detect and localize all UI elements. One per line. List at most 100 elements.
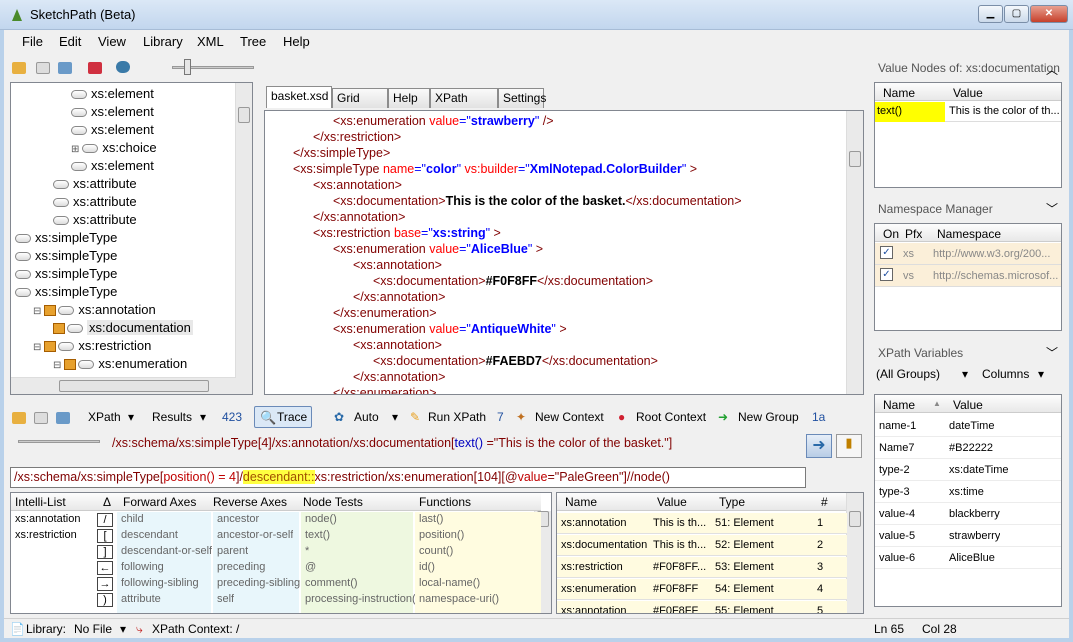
checkbox-checked-icon[interactable]: ✓ bbox=[880, 246, 893, 259]
tree-node[interactable]: xs:simpleType bbox=[15, 229, 117, 247]
group-dropdown[interactable]: (All Groups) ▾ bbox=[874, 364, 974, 384]
results-header[interactable]: Type bbox=[719, 493, 745, 511]
tree-node[interactable]: xs:element bbox=[71, 103, 154, 121]
chevron-up-icon[interactable]: ︿ bbox=[1046, 61, 1058, 78]
chevron-down-icon[interactable]: ﹀ bbox=[1046, 200, 1058, 217]
list-item[interactable]: xs:restriction bbox=[15, 529, 77, 541]
results-grid[interactable]: Name Value Type # xs:annotation This is th..… bbox=[556, 492, 864, 614]
ns-header-cell[interactable]: On bbox=[883, 227, 899, 241]
delete-icon[interactable] bbox=[88, 62, 102, 74]
intelli-header[interactable]: Functions bbox=[419, 493, 471, 511]
reverse-item[interactable]: ancestor-or-self bbox=[217, 529, 293, 541]
new-context-button[interactable]: New Context bbox=[535, 410, 604, 424]
results-scrollbar[interactable] bbox=[846, 493, 863, 613]
xpath-variables-grid[interactable]: Name ▲ Value name-1 dateTime Name7 #B22222 type… bbox=[874, 394, 1062, 607]
namespace-grid[interactable]: On Pfx Namespace ✓ xs http://www.w3.org/200..… bbox=[874, 223, 1062, 331]
forward-item[interactable]: descendant-or-self bbox=[121, 545, 212, 557]
reverse-item[interactable]: preceding bbox=[217, 561, 265, 573]
open-icon[interactable] bbox=[12, 412, 26, 424]
axis-symbol[interactable]: → bbox=[97, 577, 113, 591]
axis-symbol[interactable]: / bbox=[97, 513, 113, 527]
results-header[interactable]: Name bbox=[565, 493, 597, 511]
functions-item[interactable]: last() bbox=[419, 513, 443, 525]
nodetests-item[interactable]: processing-instruction() bbox=[305, 593, 419, 605]
axis-symbol[interactable]: ) bbox=[97, 593, 113, 607]
menu-tree[interactable]: Tree bbox=[240, 34, 266, 49]
tree-node[interactable]: ⊞ xs:choice bbox=[71, 139, 157, 157]
save-xpath-icon[interactable] bbox=[56, 412, 70, 424]
tree-node[interactable]: xs:simpleType bbox=[15, 265, 117, 283]
functions-item[interactable]: id() bbox=[419, 561, 435, 573]
tree-node[interactable]: ⊟ xs:enumeration bbox=[53, 355, 187, 373]
ns-header-cell[interactable]: Pfx bbox=[905, 227, 922, 241]
go-arrow-button[interactable]: ➜ bbox=[806, 434, 832, 458]
tree-node[interactable]: xs:element bbox=[71, 85, 154, 103]
root-context-button[interactable]: Root Context bbox=[636, 410, 706, 424]
forward-item[interactable]: following bbox=[121, 561, 164, 573]
database-icon[interactable]: ▮ bbox=[836, 434, 862, 458]
intelli-header[interactable]: Δ bbox=[103, 493, 111, 511]
checkbox-checked-icon[interactable]: ✓ bbox=[880, 268, 893, 281]
zoom-slider-thumb[interactable] bbox=[184, 59, 191, 75]
columns-dropdown[interactable]: Columns ▾ bbox=[982, 364, 1062, 384]
tab-settings[interactable]: Settings bbox=[498, 88, 546, 108]
nodetests-item[interactable]: comment() bbox=[305, 577, 358, 589]
nodetests-item[interactable]: @ bbox=[305, 561, 316, 573]
reverse-item[interactable]: preceding-sibling bbox=[217, 577, 300, 589]
xml-editor[interactable]: <xs:enumeration value="strawberry" /> </x… bbox=[264, 110, 864, 395]
tree-node[interactable]: xs:attribute bbox=[53, 211, 137, 229]
results-header[interactable]: Value bbox=[657, 493, 687, 511]
results-menu-button[interactable]: Results bbox=[152, 410, 192, 424]
ns-header-cell[interactable]: Namespace bbox=[937, 227, 1001, 241]
chevron-down-icon[interactable]: ▾ bbox=[392, 410, 398, 424]
tree-node[interactable]: xs:attribute bbox=[53, 193, 137, 211]
tree-node[interactable]: xs:element bbox=[71, 121, 154, 139]
collapse-icon[interactable]: ⊟ bbox=[53, 360, 61, 371]
menu-edit[interactable]: Edit bbox=[59, 34, 81, 49]
value-nodes-header-name[interactable]: Name bbox=[883, 86, 915, 100]
chevron-down-icon[interactable]: ▾ bbox=[200, 410, 206, 424]
depth-slider[interactable] bbox=[18, 440, 100, 443]
editor-scrollbar[interactable] bbox=[846, 111, 863, 394]
new-icon[interactable] bbox=[34, 412, 48, 424]
forward-item[interactable]: descendant bbox=[121, 529, 178, 541]
tree-node[interactable]: ⊟ xs:annotation bbox=[33, 301, 156, 319]
chevron-down-icon[interactable]: ▾ bbox=[120, 622, 126, 636]
axis-symbol[interactable]: ] bbox=[97, 545, 113, 559]
maximize-button[interactable]: ▢ bbox=[1004, 5, 1029, 23]
tab-help[interactable]: Help bbox=[388, 88, 430, 108]
intelli-header[interactable]: Intelli-List bbox=[15, 493, 66, 511]
menu-view[interactable]: View bbox=[98, 34, 126, 49]
tree-node[interactable]: xs:documentation bbox=[53, 319, 193, 337]
open-folder-icon[interactable] bbox=[12, 62, 26, 74]
save-icon[interactable] bbox=[58, 62, 72, 74]
library-dropdown[interactable]: No File bbox=[74, 622, 112, 636]
vars-header-name[interactable]: Name bbox=[883, 398, 915, 412]
intelli-header[interactable]: Reverse Axes bbox=[213, 493, 287, 511]
tab-basket-xsd[interactable]: basket.xsd bbox=[266, 86, 332, 108]
collapse-icon[interactable]: ⊟ bbox=[33, 342, 41, 353]
reverse-item[interactable]: parent bbox=[217, 545, 248, 557]
axis-symbol[interactable]: [ bbox=[97, 529, 113, 543]
menu-help[interactable]: Help bbox=[283, 34, 310, 49]
tab-xpath-help[interactable]: XPath Help bbox=[430, 88, 498, 123]
tab-grid-view[interactable]: Grid View bbox=[332, 88, 388, 123]
forward-item[interactable]: child bbox=[121, 513, 144, 525]
xpath-input[interactable]: /xs:schema/xs:simpleType[position() = 4]… bbox=[10, 467, 806, 488]
run-xpath-button[interactable]: Run XPath bbox=[428, 410, 486, 424]
functions-item[interactable]: position() bbox=[419, 529, 464, 541]
forward-item[interactable]: following-sibling bbox=[121, 577, 199, 589]
nodetests-item[interactable]: text() bbox=[305, 529, 330, 541]
reverse-item[interactable]: self bbox=[217, 593, 234, 605]
menu-library[interactable]: Library bbox=[143, 34, 183, 49]
nodetests-item[interactable]: * bbox=[305, 545, 309, 557]
xml-tree[interactable]: xs:element xs:element xs:element ⊞ xs:choice… bbox=[10, 82, 253, 395]
expand-icon[interactable]: ⊞ bbox=[71, 144, 79, 155]
tree-node[interactable]: xs:element bbox=[71, 157, 154, 175]
tree-node[interactable]: ⊟ xs:restriction bbox=[33, 337, 151, 355]
tree-scrollbar[interactable] bbox=[235, 83, 252, 394]
vars-header-value[interactable]: Value bbox=[953, 398, 983, 412]
functions-item[interactable]: namespace-uri() bbox=[419, 593, 499, 605]
chevron-down-icon[interactable]: ▾ bbox=[128, 410, 134, 424]
value-nodes-header-value[interactable]: Value bbox=[953, 86, 983, 100]
